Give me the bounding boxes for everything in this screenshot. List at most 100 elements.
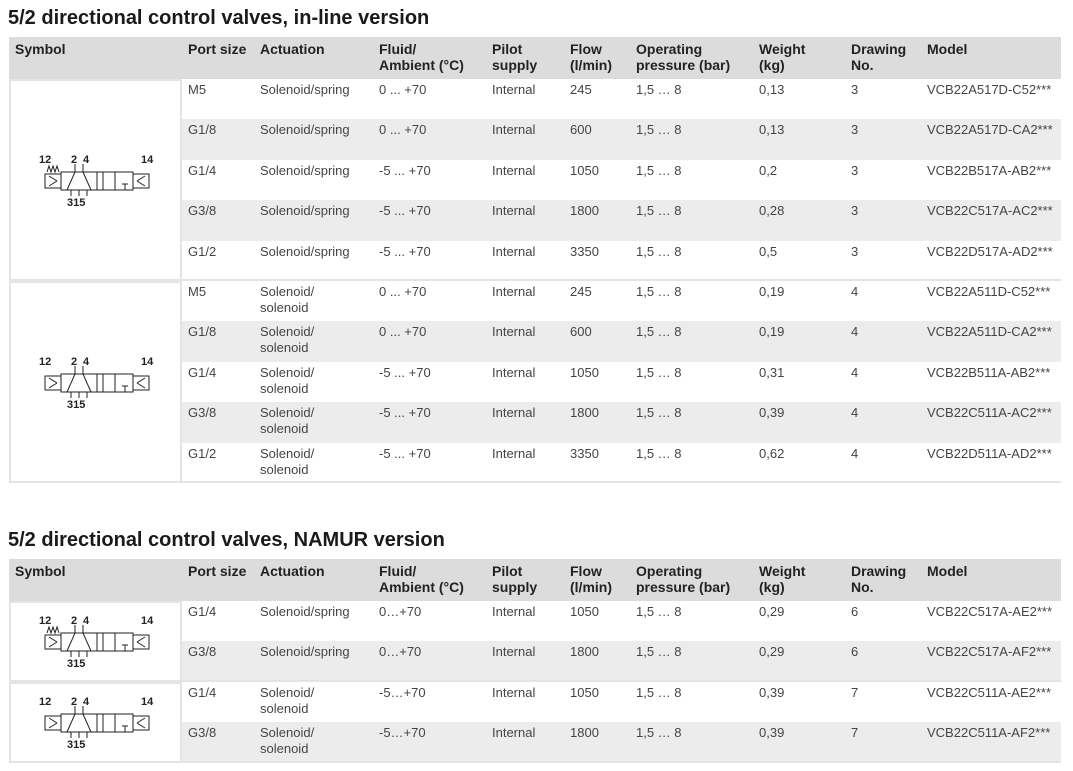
table-row: 12 2 4 14 315 M5 Solenoid/spring 0 ... +70 Inter… [9, 79, 1061, 281]
header-fluid-ambient: Fluid/Ambient (°C) [373, 37, 486, 79]
pilot-supply-cell: Internal [486, 443, 564, 483]
port-label-315: 315 [67, 399, 85, 411]
port-label-12: 12 [39, 154, 51, 166]
weight-cell: 0,2 [759, 162, 778, 178]
header-row: Symbol Port size Actuation Fluid/Ambient (°… [9, 559, 1061, 601]
header-port-size: Port size [182, 559, 254, 601]
port-size-cell: G3/8 [182, 641, 254, 682]
header-weight: Weight (kg) [753, 37, 845, 79]
drawing-no-cell: 3 [851, 162, 859, 178]
header-symbol: Symbol [9, 559, 182, 601]
header-port-size: Port size [182, 37, 254, 79]
port-size-cell: G1/8 [182, 119, 254, 160]
flow-cell: 1800 [564, 722, 630, 763]
operating-pressure-cell: 1,5 … 8 [636, 162, 682, 178]
port-label-2: 2 [71, 615, 77, 627]
pilot-supply-cell: Internal [486, 241, 564, 281]
port-label-14: 14 [141, 696, 154, 708]
spec-table-inline: Symbol Port size Actuation Fluid/Ambient (°… [9, 37, 1061, 483]
drawing-no-cell: 4 [851, 364, 859, 380]
fluid-ambient-cell: -5 ... +70 [373, 402, 486, 443]
flow-cell: 3350 [564, 241, 630, 281]
operating-pressure-cell: 1,5 … 8 [630, 443, 753, 483]
header-symbol: Symbol [9, 37, 182, 79]
pilot-supply-cell: Internal [492, 364, 536, 380]
valve-symbol-icon: 12 2 4 14 315 [39, 615, 154, 670]
drawing-no-cell: 6 [845, 641, 921, 682]
solenoid-right [132, 715, 149, 731]
section-title-inline: 5/2 directional control valves, in-line … [8, 7, 430, 29]
model-cell: VCB22C517A-AF2*** [921, 641, 1061, 682]
valve-symbol-icon: 12 2 4 14 315 [39, 356, 154, 411]
header-row: Symbol Port size Actuation Fluid/Ambient (°… [9, 37, 1061, 79]
weight-cell: 0,13 [753, 119, 845, 160]
header-operating-pressure: Operating pressure (bar) [630, 37, 753, 79]
port-label-315: 315 [67, 739, 85, 751]
actuation-cell: Solenoid/spring [254, 241, 373, 281]
fluid-ambient-cell: 0 ... +70 [373, 119, 486, 160]
header-pilot-supply: Pilot supply [486, 37, 564, 79]
header-flow: Flow (l/min) [564, 559, 630, 601]
fluid-ambient-cell: 0 ... +70 [373, 321, 486, 362]
valve-box-left [60, 373, 97, 393]
drawing-no-cell: 7 [851, 684, 859, 700]
weight-cell: 0,31 [759, 364, 785, 380]
weight-cell: 0,5 [753, 241, 845, 281]
pilot-supply-cell: Internal [486, 641, 564, 682]
flow-cell: 245 [570, 82, 592, 97]
operating-pressure-cell: 1,5 … 8 [630, 722, 753, 763]
table-row: 12 2 4 14 315 G1/4 Solenoid/solenoid -5…+70 Inte… [9, 681, 1061, 763]
fluid-ambient-cell: -5 ... +70 [373, 241, 486, 281]
pilot-supply-cell: Internal [486, 321, 564, 362]
drawing-no-cell: 4 [851, 283, 859, 299]
port-size-cell: G1/4 [188, 162, 217, 178]
model-cell: VCB22B517A-AB2*** [927, 162, 1052, 178]
port-label-14: 14 [141, 615, 154, 627]
actuation-cell: Solenoid/spring [260, 162, 350, 178]
symbol-cell: 12 2 4 14 315 [9, 681, 182, 763]
weight-cell: 0,29 [753, 641, 845, 682]
symbol-cell: 12 2 4 14 315 [9, 79, 182, 281]
model-cell: VCB22B511A-AB2*** [927, 364, 1051, 380]
operating-pressure-cell: 1,5 … 8 [630, 641, 753, 682]
spring-icon [46, 164, 59, 174]
actuation-cell: Solenoid/solenoid [254, 443, 373, 483]
drawing-no-cell: 3 [845, 119, 921, 160]
pilot-supply-cell: Internal [492, 162, 536, 178]
fluid-ambient-cell: 0 ... +70 [379, 82, 427, 97]
solenoid-left [44, 634, 61, 650]
drawing-no-cell: 4 [845, 402, 921, 443]
port-label-315: 315 [67, 658, 85, 670]
model-cell: VCB22A511D-CA2*** [921, 321, 1061, 362]
solenoid-right [132, 375, 149, 391]
port-size-cell: G1/4 [188, 684, 217, 700]
table-row: 12 2 4 14 315 M5 Solenoid/solenoid 0 ... +70 Int… [9, 280, 1061, 483]
solenoid-left [44, 375, 61, 391]
header-pilot-supply: Pilot supply [486, 559, 564, 601]
valve-box-left [60, 713, 97, 733]
port-size-cell: G3/8 [182, 402, 254, 443]
fluid-ambient-cell: 0…+70 [379, 604, 422, 619]
table-row: 12 2 4 14 315 G1/4 Solenoid/spring 0…+70 Interna… [9, 601, 1061, 682]
spring-icon [46, 625, 59, 635]
fluid-ambient-cell: 0 ... +70 [379, 283, 427, 299]
weight-cell: 0,39 [753, 722, 845, 763]
valve-box-left [60, 171, 97, 191]
valve-symbol-icon: 12 2 4 14 315 [39, 154, 154, 209]
valve-box-left [60, 632, 97, 652]
drawing-no-cell: 6 [851, 604, 859, 619]
header-model: Model [921, 37, 1061, 79]
port-label-315: 315 [67, 197, 85, 209]
model-cell: VCB22C517A-AC2*** [921, 200, 1061, 241]
fluid-ambient-cell: -5 ... +70 [379, 364, 431, 380]
port-size-cell: G3/8 [182, 200, 254, 241]
actuation-cell: Solenoid/solenoid [254, 402, 373, 443]
fluid-ambient-cell: -5…+70 [379, 684, 426, 700]
model-cell: VCB22C511A-AC2*** [921, 402, 1061, 443]
operating-pressure-cell: 1,5 … 8 [630, 402, 753, 443]
operating-pressure-cell: 1,5 … 8 [630, 241, 753, 281]
fluid-ambient-cell: -5…+70 [373, 722, 486, 763]
flow-cell: 1050 [570, 684, 599, 700]
port-size-cell: G1/4 [188, 604, 217, 619]
header-actuation: Actuation [254, 37, 373, 79]
